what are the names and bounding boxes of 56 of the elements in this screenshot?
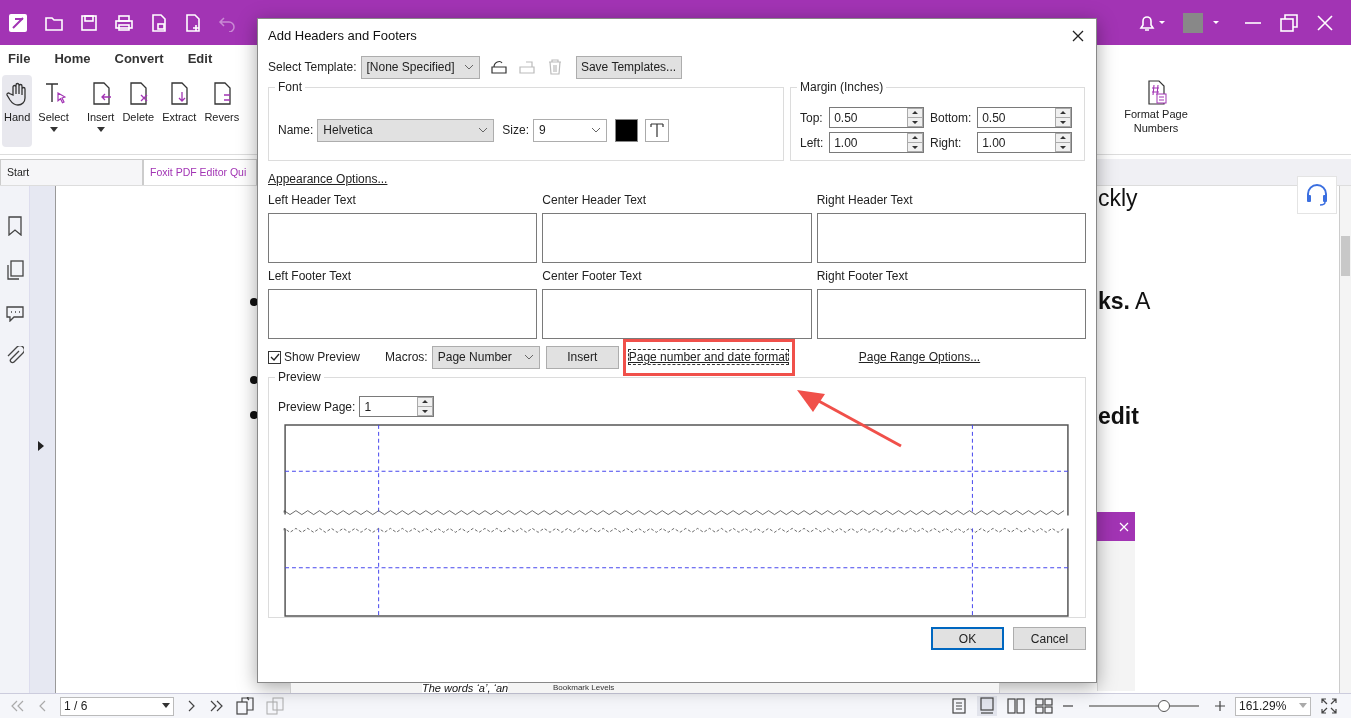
ribbon-button[interactable]: Hand	[2, 75, 33, 147]
field-label: Right Footer Text	[816, 269, 909, 284]
menu-tab[interactable]: File	[8, 49, 31, 69]
font-dropdown[interactable]: Helvetica	[317, 118, 495, 142]
group-label: Font	[275, 80, 305, 94]
field-label: Right Header Text	[816, 193, 914, 208]
group-label: Margin (Inches)	[797, 80, 887, 94]
checkbox-label: Show Preview	[284, 349, 361, 366]
page-range-link[interactable]: Page Range Options...	[858, 348, 981, 366]
field-label: Bottom:	[930, 109, 973, 127]
date-format-link[interactable]: Page number and date format	[627, 349, 790, 365]
panel-label: Bookmark Levels	[553, 683, 615, 693]
ribbon-button[interactable]: Revers	[202, 75, 242, 147]
field-label: Center Header Text	[542, 193, 648, 208]
document-tab[interactable]: Foxit PDF Editor Qui	[143, 159, 257, 185]
field-label: Size:	[502, 122, 530, 139]
field-label: Name:	[278, 122, 314, 139]
field-label: Top:	[800, 109, 824, 127]
cancel-button[interactable]: Cancel	[1013, 627, 1086, 650]
field-label: Macros:	[385, 349, 428, 366]
field-label: Left Footer Text	[268, 269, 353, 284]
ribbon-button[interactable]: Format Page Numbers	[1116, 75, 1196, 135]
document-text: edit	[1098, 402, 1139, 430]
zoom-field[interactable]: 161.29%	[1235, 696, 1311, 716]
save-templates-button[interactable]: Save Templates...	[575, 55, 682, 79]
margin-field[interactable]: 1.00	[829, 132, 925, 153]
preview-page-field[interactable]: 1	[359, 396, 435, 417]
field-label: Center Footer Text	[542, 269, 643, 284]
ok-button[interactable]: OK	[931, 627, 1004, 650]
template-dropdown[interactable]: [None Specified]	[360, 55, 480, 79]
ribbon-button[interactable]: Select	[36, 75, 71, 147]
margin-field[interactable]: 1.00	[977, 132, 1073, 153]
group-label: Preview	[275, 370, 324, 384]
menu-tab[interactable]: Edit	[187, 49, 213, 69]
margin-field[interactable]: 0.50	[829, 107, 925, 128]
document-tab[interactable]: Start	[0, 159, 143, 185]
page-number-field[interactable]: 1 / 6	[60, 696, 174, 716]
field-label: Left:	[800, 134, 825, 152]
ribbon-button[interactable]: Delete	[120, 75, 157, 147]
document-text: ckly	[1098, 184, 1138, 212]
appearance-options-link[interactable]: Appearance Options...	[268, 170, 388, 188]
field-label: Right:	[930, 134, 963, 152]
field-label: Preview Page:	[278, 398, 356, 416]
document-text: The words ‘a’, ‘an	[422, 683, 509, 693]
menu-tab[interactable]: Home	[54, 49, 91, 69]
ribbon-button[interactable]: Insert	[84, 75, 117, 147]
dialog-title: Add Headers and Footers	[268, 26, 417, 45]
insert-button[interactable]: Insert	[545, 345, 619, 369]
ribbon-button[interactable]: Extract	[160, 75, 199, 147]
size-dropdown[interactable]: 9	[533, 118, 608, 142]
macros-dropdown[interactable]: Page Number	[431, 345, 540, 369]
margin-field[interactable]: 0.50	[977, 107, 1073, 128]
field-label: Select Template:	[268, 59, 357, 76]
field-label: Left Header Text	[268, 193, 357, 208]
menu-tab[interactable]: Convert	[114, 49, 164, 69]
document-text: ks. A	[1098, 287, 1151, 315]
